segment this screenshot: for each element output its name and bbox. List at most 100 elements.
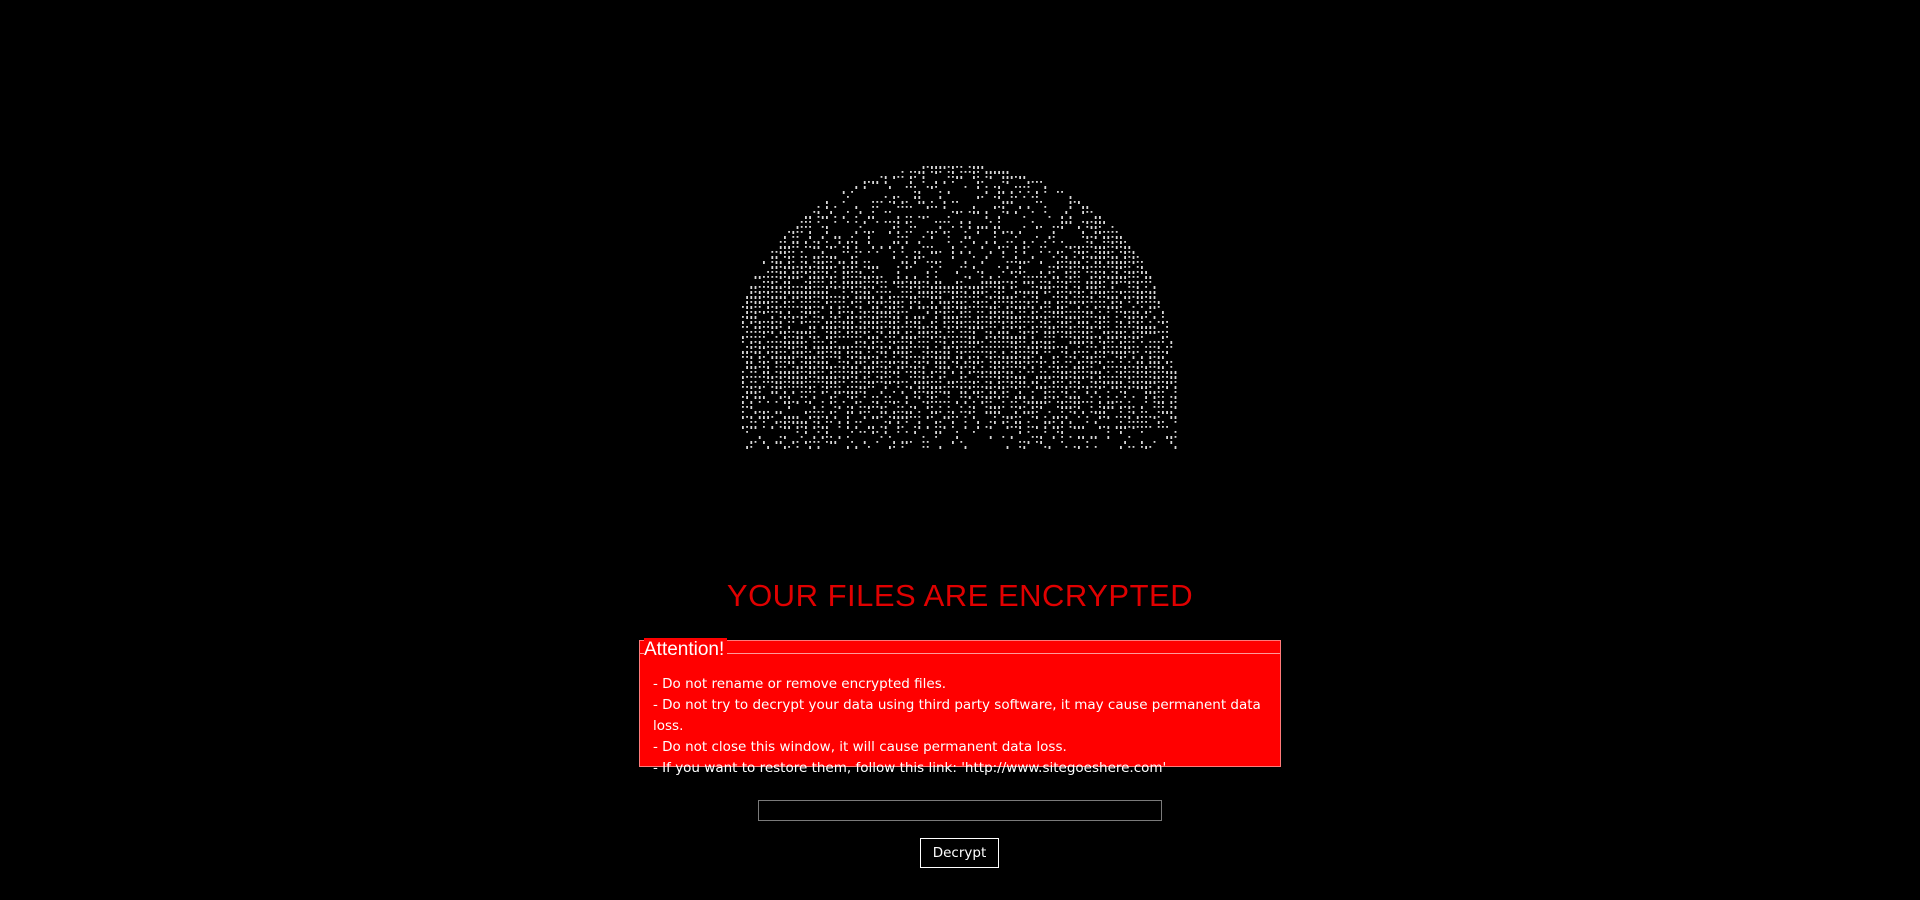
ascii-art-dot [1120,381,1122,384]
ascii-art-dot [834,391,837,394]
ascii-art-dot [1103,366,1105,369]
ascii-art-dot [1145,326,1147,329]
ascii-art-dot [1124,251,1126,254]
ascii-art-dot [1061,291,1063,293]
ascii-art-dot [1082,376,1084,379]
ascii-art-dot [1048,286,1051,289]
ascii-art-dot [1065,391,1068,394]
ascii-art-dot [1157,371,1160,373]
ascii-art-dot [1170,416,1173,419]
ascii-art-dot [742,351,744,354]
ascii-art-dot [1141,301,1143,303]
ascii-art-dot [1073,376,1076,379]
ascii-art-dot [931,301,933,304]
ascii-art-dot [1115,246,1118,249]
ascii-art-dot [922,346,925,348]
ascii-art-dot [855,306,858,308]
ascii-art-dot [926,356,929,358]
ascii-art-dot [863,416,866,419]
ascii-art-dot [1128,321,1131,324]
ascii-art-dot [1111,241,1114,244]
ascii-art-dot [779,356,782,359]
ascii-art-dot [1002,396,1005,398]
ascii-art-dot [1002,361,1005,363]
ascii-art-dot [1086,366,1089,368]
ascii-art-dot [1048,301,1051,304]
ascii-art-dot [872,216,874,219]
ascii-art-dot [1015,291,1017,294]
ascii-art-dot [821,251,824,254]
ascii-art-dot [754,376,757,378]
ascii-art-dot [1023,226,1026,228]
ascii-art-dot [1082,256,1084,259]
ascii-art-dot [851,381,853,383]
ascii-art-dot [1086,206,1089,209]
ascii-art-dot [796,291,799,294]
ascii-art-dot [742,356,744,358]
ascii-art-dot [952,416,954,418]
ascii-art-dot [1120,446,1122,449]
ascii-art-dot [876,401,879,404]
ascii-art-dot [784,401,786,404]
ascii-art-dot [784,396,786,398]
ascii-art-dot [914,186,916,188]
ascii-art-dot [968,306,971,308]
ascii-art-dot [910,376,912,378]
ascii-art-dot [779,326,782,328]
ascii-art-dot [1023,366,1026,369]
ascii-art-dot [931,356,933,358]
ascii-art-dot [918,331,921,334]
ascii-art-dot [792,246,795,248]
ascii-art-dot [1036,386,1038,389]
ascii-art-dot [918,196,921,199]
ascii-art-dot [750,441,753,444]
ascii-art-dot [1065,266,1068,268]
ascii-art-dot [918,316,921,319]
ascii-art-dot [1099,411,1101,414]
ascii-art-dot [935,396,937,398]
ascii-art-dot [754,366,757,369]
ascii-art-dot [994,416,996,418]
ascii-art-dot [914,301,916,303]
ascii-art-dot [876,201,879,203]
ascii-art-dot [998,246,1000,249]
ascii-art-dot [1094,261,1097,264]
ascii-art-dot [1065,406,1068,409]
decryption-key-input[interactable] [758,800,1162,821]
ascii-art-dot [796,416,799,419]
ascii-art-dot [746,361,748,364]
ascii-art-dot [872,301,874,303]
ascii-art-dot [1044,401,1047,404]
ascii-art-dot [1128,386,1131,389]
ascii-art-dot [859,391,862,393]
ascii-art-dot [1061,421,1063,424]
ascii-art-dot [1048,271,1051,274]
ascii-art-dot [792,366,795,368]
ascii-art-dot [805,346,807,349]
ascii-art-dot [884,366,887,369]
ascii-art-dot [880,426,883,428]
ascii-art-dot [817,371,820,373]
ascii-art-dot [918,216,921,218]
ascii-art-dot [914,196,916,199]
ascii-art-dot [1002,436,1005,438]
ascii-art-dot [1015,296,1017,298]
decrypt-button[interactable]: Decrypt [920,838,999,868]
ascii-art-dot [943,221,946,223]
ascii-art-dot [1010,286,1013,289]
ascii-art-dot [960,341,963,343]
ascii-art-dot [1031,291,1034,294]
ascii-art-dot [1145,296,1147,298]
ascii-art-dot [1031,391,1034,393]
ascii-art-dot [859,281,862,284]
ascii-art-dot [1132,306,1135,308]
ascii-art-dot [1103,301,1105,303]
ascii-art-dot [1153,286,1156,289]
ascii-art-dot [1019,426,1021,429]
ascii-art-dot [847,426,849,429]
ascii-art-dot [1061,381,1063,383]
ascii-art-dot [1111,291,1114,293]
ascii-art-dot [943,376,946,378]
ascii-art-dot [746,331,748,333]
ascii-art-dot [750,401,753,404]
